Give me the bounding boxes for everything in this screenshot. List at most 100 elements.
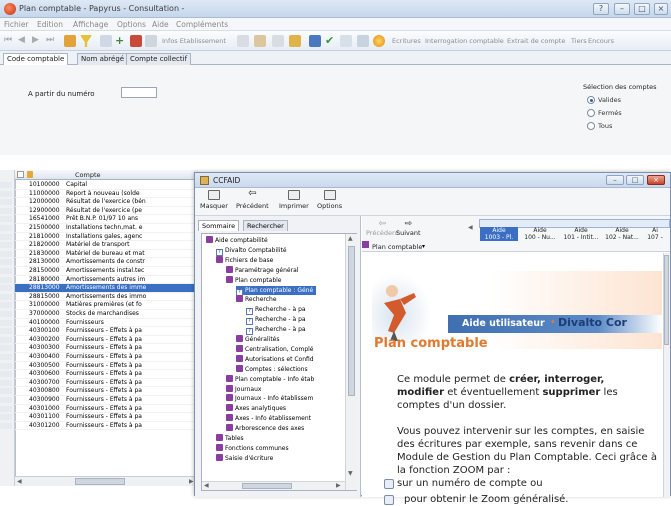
tiers-button[interactable]: Tiers <box>571 37 587 45</box>
tree-item[interactable]: ? Divalto Comptabilité <box>216 246 287 256</box>
precedent-button[interactable]: ⇦ Précédent <box>236 189 269 211</box>
tree-scroll-up-icon[interactable]: ▲ <box>348 235 353 242</box>
table-row[interactable]: 40100000 Fournisseurs <box>0 319 198 328</box>
table-row[interactable]: 40300600 Fournisseurs - Effets à pa <box>0 370 198 379</box>
help-ball-icon[interactable] <box>373 35 385 47</box>
interrogation-comptable-button[interactable]: Interrogation comptable <box>425 37 504 45</box>
tree-item[interactable]: Arborescence des axes <box>226 424 304 434</box>
options-button[interactable]: Options <box>317 190 342 210</box>
content-vertical-scrollbar[interactable] <box>663 253 670 497</box>
chevron-down-icon[interactable]: ▾ <box>422 243 425 250</box>
first-icon[interactable]: ⏮ <box>4 35 16 47</box>
help-maximize-icon[interactable]: □ <box>626 175 644 185</box>
minimize-icon[interactable]: – <box>614 3 630 15</box>
next-icon[interactable]: ▶ <box>32 35 44 47</box>
row-selector[interactable] <box>0 293 12 300</box>
row-selector[interactable] <box>0 311 12 317</box>
tree-item[interactable]: Saisie d'écriture <box>216 453 273 464</box>
tree-item[interactable]: Fonctions communes <box>216 443 289 454</box>
radio-valides[interactable] <box>587 96 595 104</box>
row-selector[interactable] <box>0 225 12 231</box>
tree-item[interactable]: Comptes : sélections <box>236 364 308 375</box>
tree-item[interactable]: ? Plan comptable : Géné <box>236 285 317 296</box>
tree-item[interactable]: Plan comptable <box>226 275 282 286</box>
tree-item[interactable]: Tables <box>216 434 244 444</box>
table-row[interactable]: 28150000 Amortissements instal.tec <box>0 267 198 276</box>
topic-node[interactable]: Aide 101 - Intit... <box>562 227 600 241</box>
table-row[interactable]: 10100000 Capital <box>0 181 198 190</box>
tree-item[interactable]: Recherche <box>236 295 277 305</box>
row-selector[interactable] <box>0 216 12 223</box>
maximize-icon[interactable]: □ <box>634 3 650 15</box>
tree-hscroll-thumb[interactable] <box>242 483 292 489</box>
brush-icon[interactable] <box>309 35 321 47</box>
close-icon[interactable]: × <box>654 3 668 15</box>
encours-button[interactable]: Encours <box>588 37 614 45</box>
row-selector[interactable] <box>0 302 12 309</box>
tree-scroll-thumb[interactable] <box>348 246 355 396</box>
check-icon[interactable]: ✔ <box>325 35 337 47</box>
row-selector[interactable] <box>0 336 12 343</box>
table-row[interactable]: 40300300 Fournisseurs - Effets à pa <box>0 344 198 353</box>
radio-tous[interactable] <box>587 122 595 130</box>
row-selector[interactable] <box>0 405 12 412</box>
row-selector[interactable] <box>0 379 12 386</box>
topic-node[interactable]: Aide 100 - Nu... <box>521 227 559 241</box>
from-number-input[interactable] <box>121 87 157 98</box>
grid-select-all-checkbox[interactable] <box>17 171 24 178</box>
highlighter-icon[interactable] <box>289 35 301 47</box>
tree-item[interactable]: Fichiers de base <box>216 255 273 266</box>
radio-fermes[interactable] <box>587 109 595 117</box>
table-row[interactable]: 21500000 Installations techn,mat. e <box>0 224 198 233</box>
table-row[interactable]: 40300700 Fournisseurs - Effets à pa <box>0 379 198 388</box>
extrait-de-compte-button[interactable]: Extrait de compte <box>507 37 565 45</box>
row-selector[interactable] <box>0 422 12 429</box>
current-topic-dropdown[interactable]: Plan comptable <box>372 243 422 251</box>
infos-etablissement-button[interactable]: Infos Etablissement <box>162 37 226 45</box>
tree-item[interactable]: Paramétrage général <box>226 265 298 276</box>
tree-item[interactable]: Généralités <box>236 335 279 345</box>
cut-icon[interactable] <box>145 35 157 47</box>
row-selector[interactable] <box>0 242 12 249</box>
tree-vertical-scrollbar[interactable]: ▲ ▼ <box>345 234 357 490</box>
row-selector[interactable] <box>0 233 12 240</box>
table-row[interactable]: 40300900 Fournisseurs - Effets à pa <box>0 396 198 405</box>
menu-options[interactable]: Options <box>117 20 146 29</box>
add-icon[interactable]: + <box>115 35 127 47</box>
table-row[interactable]: 21810000 Installations gales, agenc <box>0 233 198 242</box>
table-row[interactable]: 21820000 Matériel de transport <box>0 241 198 250</box>
row-selector[interactable] <box>0 354 12 360</box>
table-row[interactable]: 40300500 Fournisseurs - Effets à pa <box>0 362 198 371</box>
menu-fichier[interactable]: Fichier <box>4 20 29 29</box>
table-row[interactable]: 16541000 Prêt B.N.P. 01/97 10 ans <box>0 215 198 224</box>
topic-node[interactable]: Aide 102 - Nat... <box>603 227 641 241</box>
topic-node[interactable]: Ai 107 - <box>644 227 666 241</box>
tree-item[interactable]: Journaux - Info établissem <box>226 394 313 404</box>
ecritures-button[interactable]: Ecritures <box>392 37 421 45</box>
menu-affichage[interactable]: Affichage <box>73 20 108 29</box>
row-selector[interactable] <box>0 190 12 197</box>
row-selector[interactable] <box>0 182 12 188</box>
tree-scroll-down-icon[interactable]: ▼ <box>348 470 353 477</box>
tree-item[interactable]: Autorisations et Confid <box>236 354 314 365</box>
tree-horizontal-scrollbar[interactable]: ◀ ▶ <box>202 481 345 490</box>
tab-sommaire[interactable]: Sommaire <box>198 220 240 231</box>
tree-item[interactable]: Centralisation, Complé <box>236 344 314 355</box>
row-selector[interactable] <box>0 414 12 421</box>
row-selector[interactable] <box>0 362 12 369</box>
tree-item[interactable]: ? Recherche - à pa <box>246 305 306 316</box>
new-icon[interactable] <box>100 35 112 47</box>
pencil-icon[interactable] <box>254 35 266 47</box>
tree-item[interactable]: Axes analytiques <box>226 404 286 414</box>
row-selector[interactable] <box>0 345 12 352</box>
book-icon[interactable] <box>340 35 352 47</box>
menu-edition[interactable]: Edition <box>37 20 63 29</box>
row-selector[interactable] <box>0 328 12 335</box>
tree-item[interactable]: Axes - Info établissement <box>226 414 311 424</box>
row-selector[interactable] <box>0 207 12 214</box>
table-row[interactable]: 28130000 Amortissements de constr <box>0 258 198 267</box>
topics-scroll-left-icon[interactable]: ◀ <box>468 224 473 231</box>
scroll-left-icon[interactable]: ◀ <box>17 478 22 485</box>
grid-horizontal-scrollbar[interactable]: ◀ ▶ <box>15 476 198 486</box>
tree-item[interactable]: ? Recherche - à pa <box>246 325 306 336</box>
